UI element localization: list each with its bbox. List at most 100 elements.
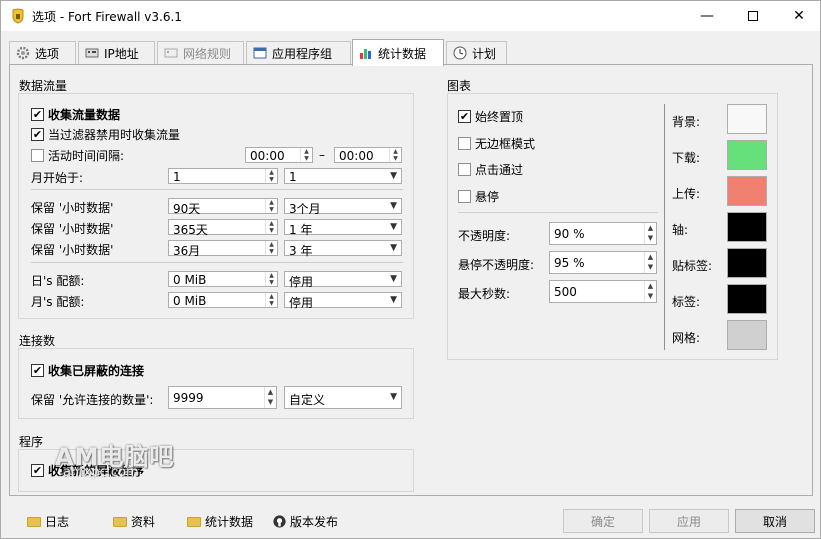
open-log-folder-link[interactable]: 日志 [27, 513, 69, 530]
download-color-label: 下载: [672, 151, 701, 165]
click-through-checkbox[interactable]: 点击通过 [458, 161, 523, 178]
tab-statistics[interactable]: 统计数据 [352, 39, 444, 66]
spin-arrows-icon: ▲ ▼ [644, 281, 656, 302]
chevron-down-icon: ▼ [390, 201, 397, 211]
month-quota-spinbox[interactable]: 0 MiB ▲ ▼ [168, 292, 278, 308]
folder-icon [113, 516, 127, 527]
active-period-to-time[interactable]: 00:00 ▲ ▼ [334, 147, 402, 163]
divider [31, 262, 403, 263]
check-icon: ✔ [31, 364, 44, 377]
check-icon: ✔ [31, 128, 44, 141]
collect-blocked-connections-checkbox[interactable]: ✔ 收集已屏蔽的连接 [31, 362, 144, 379]
keep-hourly-combo[interactable]: 3个月 ▼ [284, 198, 402, 216]
upload-color-button[interactable] [727, 176, 767, 206]
max-seconds-label: 最大秒数: [458, 287, 511, 301]
divider [458, 212, 658, 213]
tab-ip-address[interactable]: IP地址 [78, 41, 155, 64]
keep-connections-spinbox[interactable]: 9999 ▲ ▼ [168, 386, 277, 409]
cancel-button[interactable]: 取消 [735, 509, 815, 533]
keep-monthly-combo[interactable]: 3 年 ▼ [284, 240, 402, 258]
frameless-checkbox[interactable]: 无边框模式 [458, 135, 535, 152]
max-seconds-spinbox[interactable]: 500 ▲ ▼ [549, 280, 657, 303]
minimize-button[interactable]: — [684, 1, 730, 31]
window-title: 选项 - Fort Firewall v3.6.1 [32, 10, 182, 24]
traffic-section-title: 数据流量 [19, 79, 68, 93]
folder-icon [27, 516, 41, 527]
day-quota-combo[interactable]: 停用 ▼ [284, 271, 402, 289]
spin-arrows-icon: ▲ ▼ [644, 252, 656, 273]
grid-color-label: 网格: [672, 331, 701, 345]
keep-daily-combo[interactable]: 1 年 ▼ [284, 219, 402, 237]
spin-arrows-icon: ▲ ▼ [265, 169, 277, 183]
spin-arrows-icon: ▲ ▼ [265, 272, 277, 286]
axis-color-button[interactable] [727, 212, 767, 242]
upload-color-label: 上传: [672, 187, 701, 201]
minimize-icon: — [700, 8, 714, 24]
keep-monthly-spinbox[interactable]: 36月 ▲ ▼ [168, 240, 278, 258]
axis-color-label: 轴: [672, 223, 689, 237]
month-quota-label: 月's 配额: [31, 295, 85, 309]
releases-link[interactable]: 版本发布 [273, 513, 338, 530]
divider [31, 189, 403, 190]
keep-hourly-spinbox[interactable]: 90天 ▲ ▼ [168, 198, 278, 216]
download-color-button[interactable] [727, 140, 767, 170]
hover-checkbox[interactable]: 悬停 [458, 188, 499, 205]
title-bar: 选项 - Fort Firewall v3.6.1 — ✕ [1, 1, 820, 31]
opacity-label: 不透明度: [458, 229, 511, 243]
background-color-label: 背景: [672, 115, 701, 129]
chevron-down-icon: ▼ [390, 392, 397, 402]
check-icon: ✔ [458, 110, 471, 123]
tab-network-rules[interactable]: 网络规则 [157, 41, 244, 64]
keep-daily-label: 保留 '小时数据' [31, 222, 114, 236]
graph-section-title: 图表 [447, 79, 472, 93]
collect-traffic-checkbox[interactable]: ✔ 收集流量数据 [31, 106, 120, 123]
keep-daily-spinbox[interactable]: 365天 ▲ ▼ [168, 219, 278, 237]
day-quota-spinbox[interactable]: 0 MiB ▲ ▼ [168, 271, 278, 287]
month-start-spinbox[interactable]: 1 ▲ ▼ [168, 168, 278, 184]
label-color-label: 标签: [672, 295, 701, 309]
collect-when-disabled-checkbox[interactable]: ✔ 当过滤器禁用时收集流量 [31, 126, 180, 143]
options-window: 选项 - Fort Firewall v3.6.1 — ✕ 选项 IP地址 网络… [0, 0, 821, 539]
active-period-checkbox[interactable]: 活动时间间隔: [31, 147, 124, 164]
apply-button[interactable]: 应用 [649, 509, 729, 533]
connections-section-title: 连接数 [19, 334, 56, 348]
maximize-icon [748, 11, 758, 21]
close-icon: ✕ [793, 8, 805, 24]
active-period-from-time[interactable]: 00:00 ▲ ▼ [245, 147, 313, 163]
tab-options[interactable]: 选项 [9, 41, 76, 64]
tick-label-color-button[interactable] [727, 248, 767, 278]
spin-arrows-icon: ▲ ▼ [300, 148, 312, 162]
spin-arrows-icon: ▲ ▼ [265, 241, 277, 255]
github-icon [273, 515, 286, 528]
network-card-icon [85, 48, 99, 58]
programs-section-title: 程序 [19, 435, 44, 449]
check-icon: ✔ [31, 108, 44, 121]
network-card-icon [164, 48, 178, 58]
window-icon [253, 47, 267, 59]
background-color-button[interactable] [727, 104, 767, 134]
chevron-down-icon: ▼ [390, 274, 397, 284]
spin-arrows-icon: ▲ ▼ [265, 199, 277, 213]
bar-chart-icon [360, 49, 371, 59]
close-button[interactable]: ✕ [776, 1, 821, 31]
tab-schedule[interactable]: 计划 [446, 41, 507, 64]
maximize-button[interactable] [730, 1, 776, 31]
open-stats-folder-link[interactable]: 统计数据 [187, 513, 253, 530]
month-quota-combo[interactable]: 停用 ▼ [284, 292, 402, 310]
day-quota-label: 日's 配额: [31, 274, 85, 288]
ok-button[interactable]: 确定 [563, 509, 643, 533]
chevron-down-icon: ▼ [390, 171, 397, 181]
spin-arrows-icon: ▲ ▼ [265, 293, 277, 307]
label-color-button[interactable] [727, 284, 767, 314]
opacity-spinbox[interactable]: 90 % ▲ ▼ [549, 222, 657, 245]
spin-arrows-icon: ▲ ▼ [265, 220, 277, 234]
month-start-combo[interactable]: 1 ▼ [284, 168, 402, 184]
always-on-top-checkbox[interactable]: ✔ 始终置顶 [458, 108, 523, 125]
grid-color-button[interactable] [727, 320, 767, 350]
clock-icon [453, 46, 467, 60]
open-profile-folder-link[interactable]: 资料 [113, 513, 155, 530]
tab-app-groups[interactable]: 应用程序组 [246, 41, 351, 64]
hover-opacity-spinbox[interactable]: 95 % ▲ ▼ [549, 251, 657, 274]
gear-icon [16, 46, 30, 60]
keep-connections-combo[interactable]: 自定义 ▼ [284, 386, 402, 409]
